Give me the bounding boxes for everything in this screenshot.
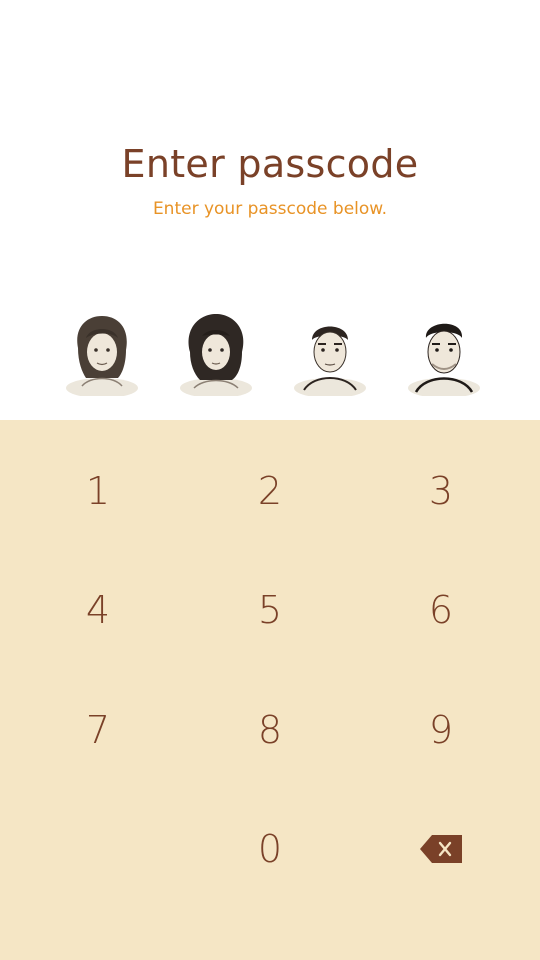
key-4[interactable]: 4 (8, 551, 188, 669)
key-4-label: 4 (85, 588, 111, 632)
key-6-label: 6 (428, 588, 454, 632)
key-3-label: 3 (428, 469, 454, 513)
avatar-4-icon[interactable] (402, 308, 486, 396)
key-7[interactable]: 7 (8, 671, 188, 789)
backspace-icon (420, 835, 462, 863)
page-subtitle: Enter your passcode below. (152, 199, 388, 219)
avatar-2-icon[interactable] (174, 308, 258, 396)
key-3[interactable]: 3 (351, 432, 531, 550)
key-1[interactable]: 1 (8, 432, 188, 550)
key-9[interactable]: 9 (351, 671, 531, 789)
key-6[interactable]: 6 (351, 551, 531, 669)
key-2[interactable]: 2 (180, 432, 360, 550)
key-1-label: 1 (85, 469, 111, 513)
avatar-3-icon[interactable] (288, 308, 372, 396)
avatar-row (0, 308, 540, 398)
key-0[interactable]: 0 (180, 790, 360, 908)
key-5-label: 5 (257, 588, 283, 632)
key-5[interactable]: 5 (180, 551, 360, 669)
page-title: Enter passcode (121, 142, 419, 186)
key-2-label: 2 (257, 469, 283, 513)
key-8[interactable]: 8 (180, 671, 360, 789)
key-9-label: 9 (428, 708, 454, 752)
backspace-button[interactable] (351, 790, 531, 908)
key-7-label: 7 (85, 708, 111, 752)
avatar-1-icon[interactable] (60, 308, 144, 396)
key-8-label: 8 (257, 708, 283, 752)
keypad: 1 2 3 4 5 6 7 8 9 0 (0, 420, 540, 960)
header-area: Enter passcode Enter your passcode below… (0, 0, 540, 420)
key-0-label: 0 (257, 827, 283, 871)
